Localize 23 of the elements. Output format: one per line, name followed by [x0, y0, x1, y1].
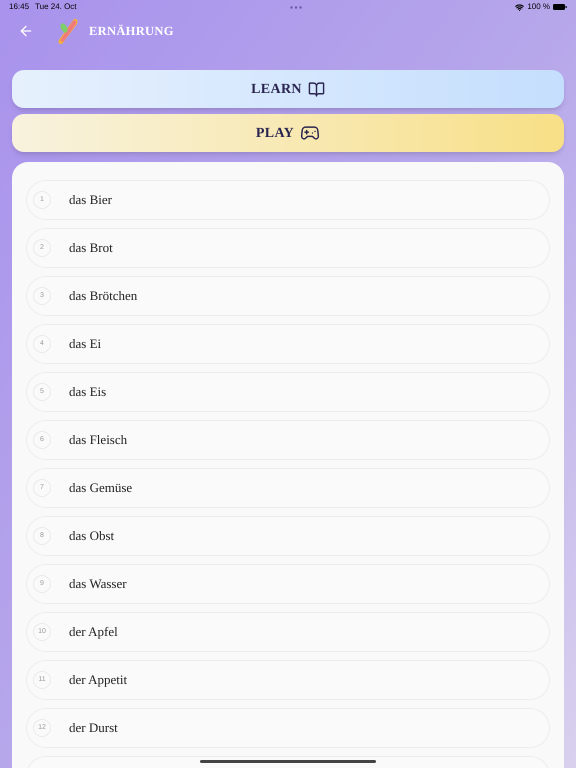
word-text: der Apfel — [69, 623, 118, 642]
battery-icon — [553, 4, 567, 10]
wifi-icon — [515, 2, 524, 12]
word-text: das Brot — [69, 239, 113, 258]
status-time: 16:45 — [9, 1, 30, 13]
word-text: das Bier — [69, 191, 112, 210]
word-text: der Durst — [69, 719, 118, 738]
play-button[interactable]: PLAY — [12, 114, 564, 152]
status-date: Tue 24. Oct — [35, 1, 77, 13]
word-text: das Fleisch — [69, 431, 128, 450]
word-text: das Wasser — [69, 575, 127, 594]
word-text: das Obst — [69, 527, 114, 546]
word-text: der Appetit — [69, 671, 128, 690]
book-icon — [308, 80, 325, 98]
battery-percent: 100 % — [527, 1, 550, 13]
word-text: das Gemüse — [69, 479, 132, 498]
word-text: das Brötchen — [69, 287, 138, 306]
word-text: das Ei — [69, 335, 102, 354]
back-button[interactable] — [18, 23, 34, 39]
page-title: ERNÄHRUNG — [89, 22, 174, 40]
more-dots-icon — [290, 6, 302, 8]
word-text: das Eis — [69, 383, 106, 402]
learn-button[interactable]: LEARN — [12, 70, 564, 108]
